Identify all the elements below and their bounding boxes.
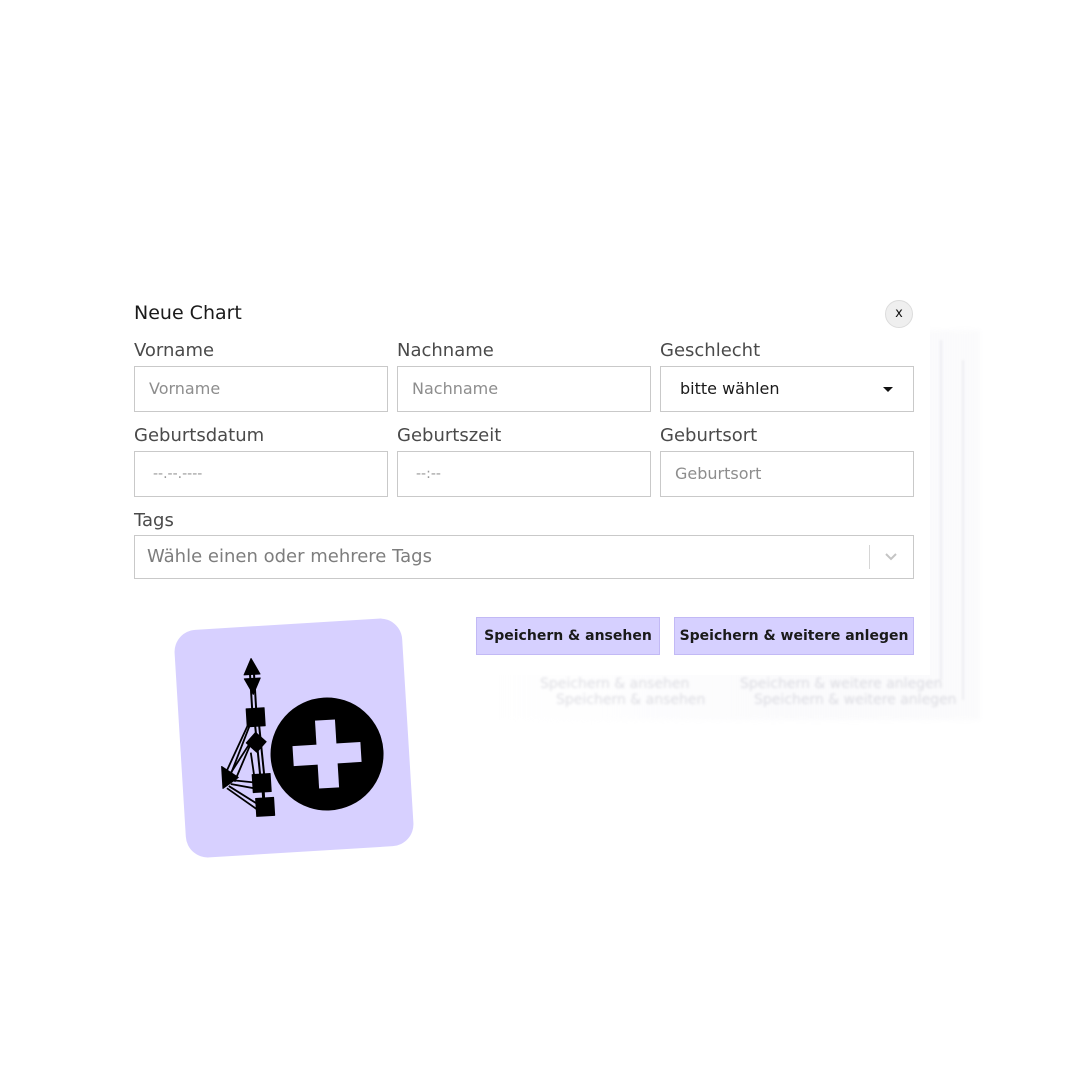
geburtszeit-input[interactable]: --:--	[397, 451, 651, 497]
tags-placeholder: Wähle einen oder mehrere Tags	[147, 546, 432, 567]
geburtsort-label: Geburtsort	[660, 425, 758, 446]
stage: Speichern & ansehen Speichern & weitere …	[0, 0, 1080, 1080]
geschlecht-value: bitte wählen	[680, 379, 780, 398]
bodygraph-icon	[221, 657, 384, 817]
nachname-label: Nachname	[397, 340, 494, 361]
chevron-down-icon[interactable]	[883, 548, 899, 564]
geburtsort-input[interactable]: Geburtsort	[660, 451, 914, 497]
ghost-line	[940, 340, 942, 680]
bodygraph-add-icon	[173, 617, 415, 859]
ghost-label: Speichern & ansehen	[556, 692, 706, 708]
dialog-title: Neue Chart	[134, 302, 242, 324]
tags-divider	[869, 545, 870, 569]
ghost-label: Speichern & ansehen	[540, 676, 690, 692]
geburtsdatum-label: Geburtsdatum	[134, 425, 265, 446]
ghost-label: Speichern & weitere anlegen	[740, 676, 943, 692]
nachname-input[interactable]: Nachname	[397, 366, 651, 412]
new-chart-dialog: Neue Chart x Vorname Vorname Nachname Na…	[120, 290, 930, 675]
save-and-view-button[interactable]: Speichern & ansehen	[476, 617, 660, 655]
ghost-label: Speichern & weitere anlegen	[754, 692, 957, 708]
geschlecht-label: Geschlecht	[660, 340, 761, 361]
ghost-line	[962, 360, 964, 700]
tags-select[interactable]: Wähle einen oder mehrere Tags	[134, 535, 914, 579]
vorname-label: Vorname	[134, 340, 215, 361]
geschlecht-select[interactable]: bitte wählen	[660, 366, 914, 412]
vorname-input[interactable]: Vorname	[134, 366, 388, 412]
caret-down-icon	[883, 387, 893, 392]
geburtszeit-label: Geburtszeit	[397, 425, 502, 446]
tags-label: Tags	[134, 510, 174, 531]
geburtsdatum-input[interactable]: --.--.----	[134, 451, 388, 497]
close-button[interactable]: x	[885, 300, 913, 328]
save-and-add-more-button[interactable]: Speichern & weitere anlegen	[674, 617, 914, 655]
